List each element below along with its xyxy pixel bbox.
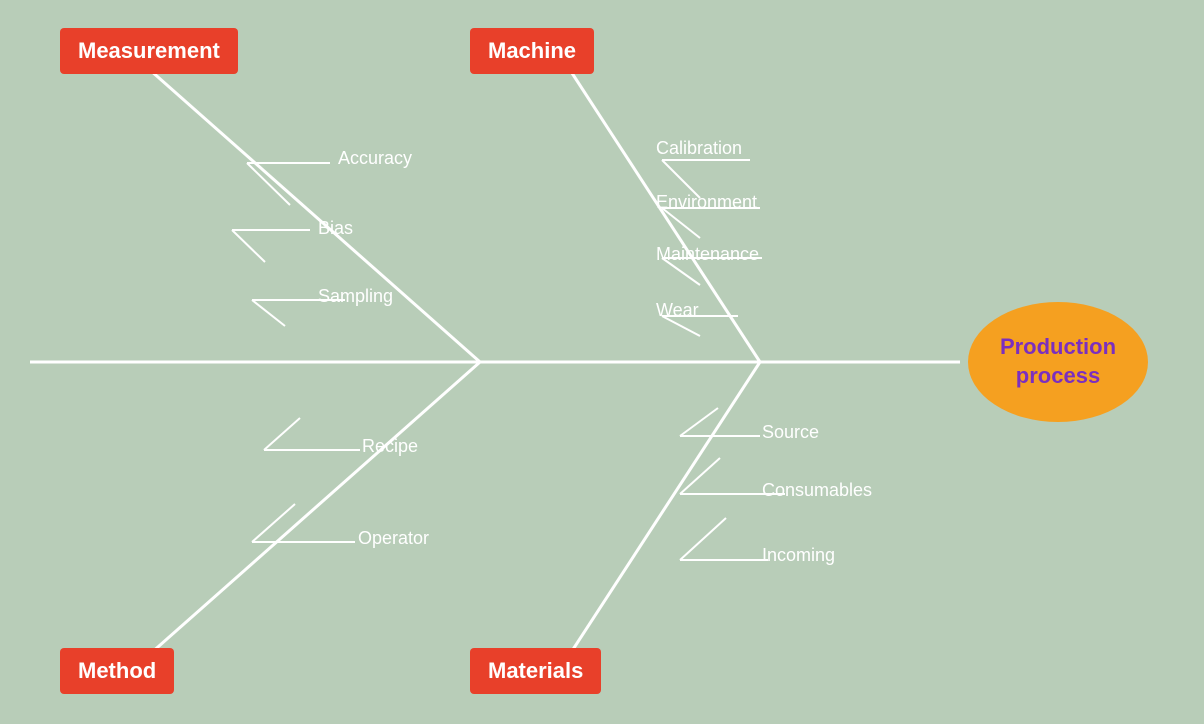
machine-box: Machine bbox=[470, 28, 594, 74]
maintenance-label: Maintenance bbox=[656, 244, 759, 265]
method-box: Method bbox=[60, 648, 174, 694]
recipe-label: Recipe bbox=[362, 436, 418, 457]
calibration-label: Calibration bbox=[656, 138, 742, 159]
sampling-label: Sampling bbox=[318, 286, 393, 307]
consumables-label: Consumables bbox=[762, 480, 872, 501]
environment-label: Environment bbox=[656, 192, 757, 213]
effect-label: Productionprocess bbox=[1000, 333, 1116, 390]
source-label: Source bbox=[762, 422, 819, 443]
materials-box: Materials bbox=[470, 648, 601, 694]
operator-label: Operator bbox=[358, 528, 429, 549]
wear-label: Wear bbox=[656, 300, 699, 321]
incoming-label: Incoming bbox=[762, 545, 835, 566]
bias-label: Bias bbox=[318, 218, 353, 239]
effect-ellipse: Productionprocess bbox=[968, 302, 1148, 422]
measurement-box: Measurement bbox=[60, 28, 238, 74]
accuracy-label: Accuracy bbox=[338, 148, 412, 169]
